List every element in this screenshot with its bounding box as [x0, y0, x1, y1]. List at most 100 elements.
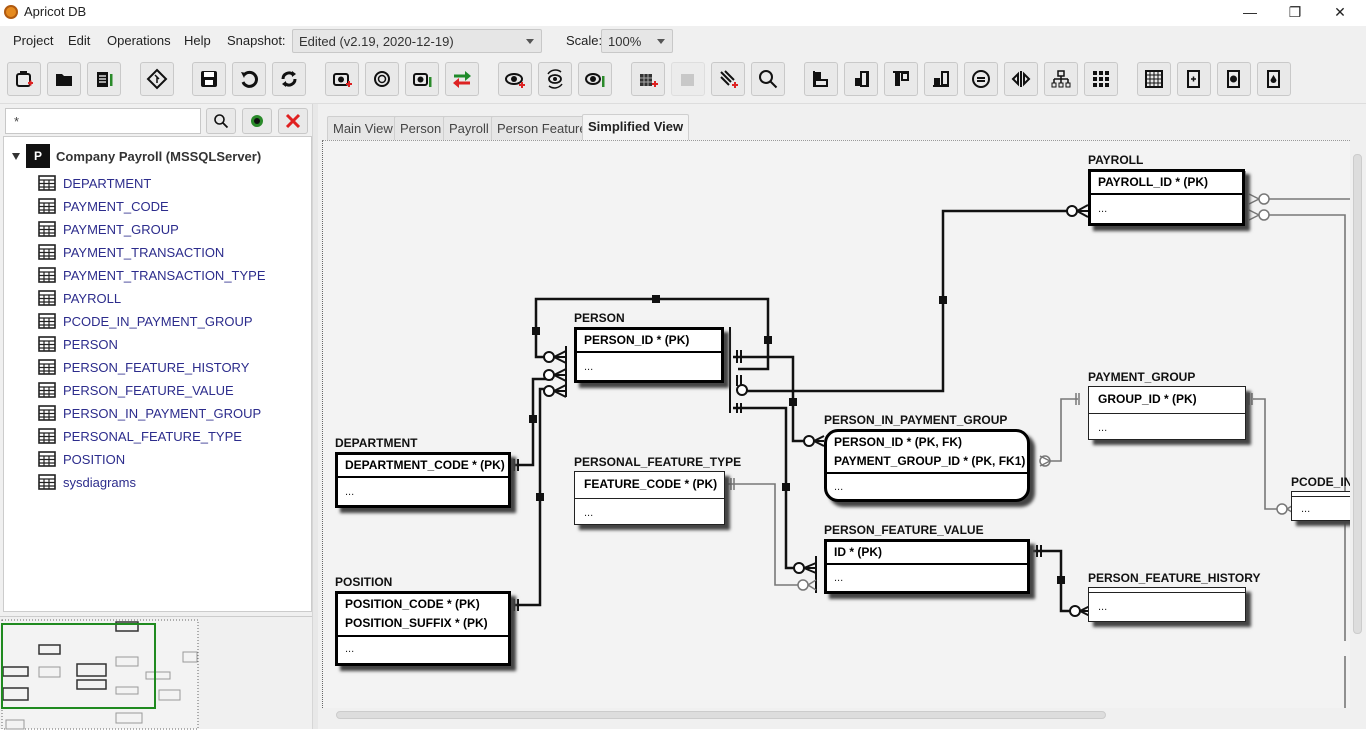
rel-pipg-payment-group[interactable] [1041, 398, 1078, 462]
horizontal-scroll-thumb[interactable] [336, 711, 1106, 719]
entity-person[interactable]: PERSON PERSON_ID * (PK) ... [574, 311, 724, 383]
tree-root-project[interactable]: P Company Payroll (MSSQLServer) [12, 144, 261, 168]
entity-payment-group[interactable]: PAYMENT_GROUP GROUP_ID * (PK) ... [1088, 370, 1246, 440]
tree-item-table[interactable]: PAYMENT_TRANSACTION [38, 242, 224, 262]
resize-button[interactable] [964, 62, 998, 96]
menu-help[interactable]: Help [184, 33, 211, 48]
diagram-minimap[interactable] [0, 616, 316, 730]
restore-snapshot-button[interactable] [365, 62, 399, 96]
tree-item-table[interactable]: PAYROLL [38, 288, 121, 308]
tab-payroll[interactable]: Payroll [443, 116, 495, 140]
tab-person-feature[interactable]: Person Feature [491, 116, 593, 140]
bend-handle[interactable] [939, 296, 947, 304]
tree-item-table[interactable]: DEPARTMENT [38, 173, 151, 193]
data-view-button[interactable] [1137, 62, 1171, 96]
entity-person-feature-history[interactable]: PERSON_FEATURE_HISTORY ... [1088, 571, 1260, 622]
tab-person[interactable]: Person [394, 116, 448, 140]
bend-handle[interactable] [529, 415, 537, 423]
new-view-button[interactable] [498, 62, 532, 96]
entity-name: PAYROLL [1088, 153, 1144, 167]
tree-item-table[interactable]: PAYMENT_GROUP [38, 219, 179, 239]
snapshot-value: Edited (v2.19, 2020-12-19) [299, 34, 454, 49]
clear-filter-button[interactable] [278, 108, 308, 134]
menu-project[interactable]: Project [13, 33, 53, 48]
entity-department[interactable]: DEPARTMENT DEPARTMENT_CODE * (PK) ... [335, 436, 511, 508]
edit-view-button[interactable] [578, 62, 612, 96]
rel-payroll-out-2[interactable] [1268, 214, 1346, 641]
distribute-button[interactable] [1004, 62, 1038, 96]
tree-item-table[interactable]: PCODE_IN_PAYMENT_GROUP [38, 311, 253, 331]
new-snapshot-button[interactable] [325, 62, 359, 96]
add-table-button[interactable] [631, 62, 665, 96]
expand-toggle-icon[interactable] [12, 152, 20, 160]
refresh-view-button[interactable] [538, 62, 572, 96]
menu-edit[interactable]: Edit [68, 33, 90, 48]
open-project-button[interactable] [47, 62, 81, 96]
tree-item-table[interactable]: PERSON_FEATURE_VALUE [38, 380, 234, 400]
new-script-button[interactable] [1177, 62, 1211, 96]
entity-personal-feature-type[interactable]: PERSONAL_FEATURE_TYPE FEATURE_CODE * (PK… [574, 455, 741, 525]
grid-layout-button[interactable] [1084, 62, 1118, 96]
scale-select[interactable]: 100% [601, 29, 673, 53]
find-button[interactable] [751, 62, 785, 96]
bend-handle[interactable] [764, 336, 772, 344]
tab-main-view[interactable]: Main View [327, 116, 399, 140]
undo-button[interactable] [232, 62, 266, 96]
tree-item-table[interactable]: POSITION [38, 449, 125, 469]
edit-snapshot-button[interactable] [405, 62, 439, 96]
tree-item-table[interactable]: PAYMENT_CODE [38, 196, 169, 216]
bend-handle[interactable] [532, 327, 540, 335]
align-top-button[interactable] [884, 62, 918, 96]
script-options-button[interactable] [1257, 62, 1291, 96]
save-button[interactable] [192, 62, 226, 96]
diagram-canvas[interactable]: PAYROLL PAYROLL_ID * (PK) ... PERSON PER… [322, 140, 1352, 708]
bend-handle[interactable] [1057, 576, 1065, 584]
tab-simplified-view[interactable]: Simplified View [582, 114, 690, 140]
add-filter-button[interactable] [242, 108, 272, 134]
tree-item-table[interactable]: PAYMENT_TRANSACTION_TYPE [38, 265, 266, 285]
minimize-button[interactable]: — [1230, 2, 1270, 22]
align-right-button[interactable] [844, 62, 878, 96]
search-button[interactable] [206, 108, 236, 134]
bend-handle[interactable] [652, 295, 660, 303]
menu-operations[interactable]: Operations [107, 33, 171, 48]
bend-handle[interactable] [782, 483, 790, 491]
entity-position[interactable]: POSITION POSITION_CODE * (PK) POSITION_S… [335, 575, 511, 666]
tree-item-table[interactable]: PERSONAL_FEATURE_TYPE [38, 426, 242, 446]
git-button[interactable] [140, 62, 174, 96]
distribute-icon [1011, 71, 1031, 87]
tree-item-table[interactable]: PERSON_FEATURE_HISTORY [38, 357, 249, 377]
maximize-button[interactable]: ❐ [1275, 2, 1315, 22]
entity-person-in-payment-group[interactable]: PERSON_IN_PAYMENT_GROUP PERSON_ID * (PK,… [824, 413, 1030, 502]
rel-pfv-pfh[interactable] [1033, 549, 1071, 613]
horizontal-scrollbar[interactable] [322, 708, 1352, 722]
snapshot-select[interactable]: Edited (v2.19, 2020-12-19) [292, 29, 542, 53]
entity-pcode-in-payment-group[interactable]: PCODE_IN ... [1291, 475, 1352, 521]
remove-table-button[interactable] [671, 62, 705, 96]
entity-column: PERSON_ID * (PK) [584, 333, 690, 347]
bend-handle[interactable] [789, 398, 797, 406]
bend-handle[interactable] [536, 493, 544, 501]
add-relationship-button[interactable] [711, 62, 745, 96]
align-bottom-button[interactable] [924, 62, 958, 96]
rel-person-payroll[interactable] [738, 209, 1068, 393]
refresh-button[interactable] [272, 62, 306, 96]
entity-name: PERSON_FEATURE_VALUE [824, 523, 984, 537]
entity-payroll[interactable]: PAYROLL PAYROLL_ID * (PK) ... [1088, 153, 1245, 226]
project-properties-button[interactable] [87, 62, 121, 96]
tree-item-table[interactable]: sysdiagrams [38, 472, 136, 492]
vertical-scrollbar[interactable] [1350, 140, 1366, 708]
compare-button[interactable] [445, 62, 479, 96]
align-top-icon [893, 71, 909, 86]
table-search-input[interactable] [5, 108, 201, 134]
tree-item-table[interactable]: PERSON [38, 334, 118, 354]
entity-person-feature-value[interactable]: PERSON_FEATURE_VALUE ID * (PK) ... [824, 523, 1030, 594]
tree-item-table[interactable]: PERSON_IN_PAYMENT_GROUP [38, 403, 261, 423]
run-script-button[interactable] [1217, 62, 1251, 96]
new-project-button[interactable] [7, 62, 41, 96]
vertical-scroll-thumb[interactable] [1353, 154, 1362, 634]
hierarchy-layout-button[interactable] [1044, 62, 1078, 96]
align-left-button[interactable] [804, 62, 838, 96]
close-button[interactable]: ✕ [1320, 2, 1360, 22]
rel-payment-group-pcode[interactable] [1253, 398, 1278, 510]
